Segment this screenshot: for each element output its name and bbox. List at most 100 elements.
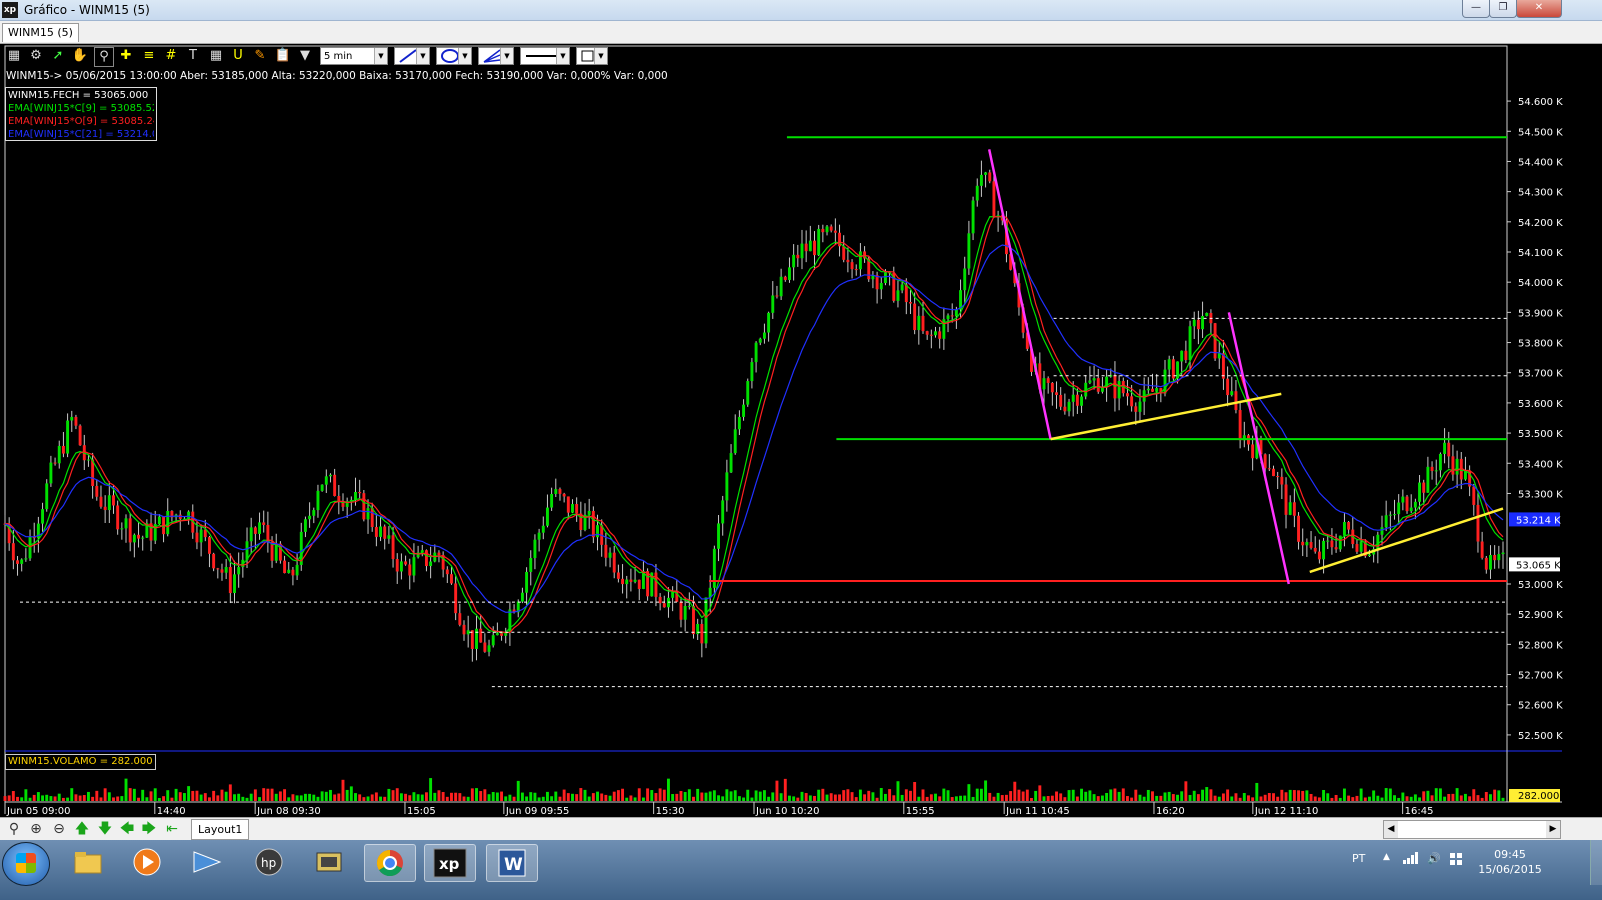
arrow-up-icon[interactable]: 🡅 [73, 820, 91, 838]
arrow-left-icon[interactable]: 🡄 [118, 820, 136, 838]
volume-bar [1188, 794, 1192, 801]
volume-bar [863, 794, 867, 801]
candle-body [199, 529, 203, 543]
volume-bar [629, 795, 633, 801]
zoom-fit-icon[interactable]: ⚲ [5, 820, 23, 838]
volume-bar [374, 792, 378, 801]
volume-bar [78, 795, 82, 801]
price-chart[interactable]: 54.600 K 54.500 K 54.400 K 54.300 K 54.200 K… [0, 0, 1602, 817]
volume-bar [245, 797, 249, 801]
candle-body [1188, 326, 1192, 360]
volume-bar [1292, 790, 1296, 801]
volume-bars-group [3, 778, 1505, 801]
volume-bar [86, 791, 90, 801]
start-button[interactable] [2, 842, 50, 886]
volume-bar [1209, 789, 1213, 801]
candle-body [70, 416, 74, 421]
hp-logo-icon: hp [255, 848, 283, 876]
candle-body [1342, 522, 1346, 536]
candle-body [408, 564, 412, 576]
volume-bar [550, 796, 554, 801]
x-tick-label: 16:20 [1156, 806, 1185, 817]
network-icon [193, 851, 222, 873]
chrome-icon[interactable] [364, 844, 416, 882]
horizontal-scrollbar[interactable]: ◀ ▶ [1383, 820, 1561, 839]
volume-bar [358, 794, 362, 801]
y-tick-label: 54.300 K [1518, 188, 1563, 199]
volume-bar [725, 789, 729, 801]
hp-app-icon[interactable]: hp [244, 844, 294, 880]
candle-body [258, 522, 261, 534]
signal-icon[interactable] [1403, 852, 1419, 867]
arrow-down-icon[interactable]: 🡇 [96, 820, 114, 838]
indicator-legend[interactable]: WINM15.FECH = 53065.000 EMA[WINJ15*C[9] … [5, 87, 157, 141]
volume-bar [1484, 791, 1488, 801]
candle-body [917, 315, 921, 331]
candle-body [1100, 387, 1104, 392]
candle-body [904, 284, 908, 303]
layout-tab[interactable]: Layout1 [191, 819, 250, 840]
language-indicator[interactable]: PT [1352, 852, 1365, 865]
candle-body [404, 561, 408, 565]
candle-body [1447, 442, 1451, 457]
arrow-right-icon[interactable]: 🡆 [140, 820, 158, 838]
candle-body [537, 532, 541, 540]
candle-body [216, 568, 220, 570]
volume-bar [91, 796, 95, 801]
network-app-icon[interactable] [182, 844, 232, 880]
candle-body [1288, 502, 1292, 515]
volume-bar [370, 794, 374, 801]
candle-body [316, 490, 320, 511]
candle-body [725, 472, 729, 501]
volume-bar [1438, 788, 1442, 801]
candle-body [437, 552, 441, 556]
volume-bar [491, 792, 495, 801]
volume-legend[interactable]: WINM15.VOLAMO = 282.000 [5, 754, 156, 770]
candle-body [74, 416, 78, 426]
candle-body [646, 571, 650, 597]
volume-bar [883, 793, 887, 801]
volume-bar [1447, 793, 1451, 801]
y-tick-label: 52.800 K [1518, 640, 1563, 651]
volume-bar [45, 794, 49, 801]
volume-bar [537, 797, 541, 801]
media-player-icon[interactable] [122, 844, 172, 880]
candle-body [1196, 319, 1200, 330]
show-desktop-button[interactable] [1590, 840, 1602, 885]
y-tick-label: 52.600 K [1518, 701, 1563, 712]
explorer-folder-icon[interactable] [63, 844, 113, 880]
candle-body [1380, 527, 1384, 535]
volume-bar [1055, 791, 1058, 801]
volume-bar [742, 797, 746, 801]
xp-trading-icon[interactable]: xp [424, 844, 476, 882]
scroll-left-arrow-icon[interactable]: ◀ [1384, 821, 1398, 838]
candle-body [525, 571, 529, 593]
legend-close-price: WINM15.FECH = 53065.000 [8, 90, 149, 101]
volume-bar [1309, 793, 1313, 801]
candle-body [637, 579, 641, 589]
candle-body [846, 259, 850, 263]
volume-bar [199, 794, 203, 801]
volume-bar [1084, 791, 1088, 801]
volume-bar [262, 788, 266, 801]
action-center-icon[interactable] [1449, 852, 1463, 869]
candle-body [1297, 515, 1300, 542]
clock[interactable]: 09:45 15/06/2015 [1470, 847, 1550, 877]
word-icon[interactable]: W [486, 844, 538, 882]
scroll-right-arrow-icon[interactable]: ▶ [1546, 821, 1560, 838]
candle-body [821, 228, 825, 233]
scanner-app-icon[interactable] [304, 844, 354, 880]
candles-group [3, 160, 1505, 662]
volume-icon[interactable]: 🔊 [1427, 852, 1441, 865]
x-tick-label: Jun 08 09:30 [256, 806, 321, 817]
tray-expand-icon[interactable]: ▲ [1383, 852, 1390, 862]
zoom-out-icon[interactable]: ⊖ [50, 820, 68, 838]
zoom-in-icon[interactable]: ⊕ [27, 820, 45, 838]
candle-body [228, 567, 232, 594]
candle-body [541, 525, 545, 533]
candle-body [813, 240, 816, 256]
volume-bar [879, 788, 883, 801]
arrow-back-icon[interactable]: ⇤ [163, 820, 181, 838]
candle-body [303, 519, 307, 532]
candle-body [462, 624, 466, 635]
